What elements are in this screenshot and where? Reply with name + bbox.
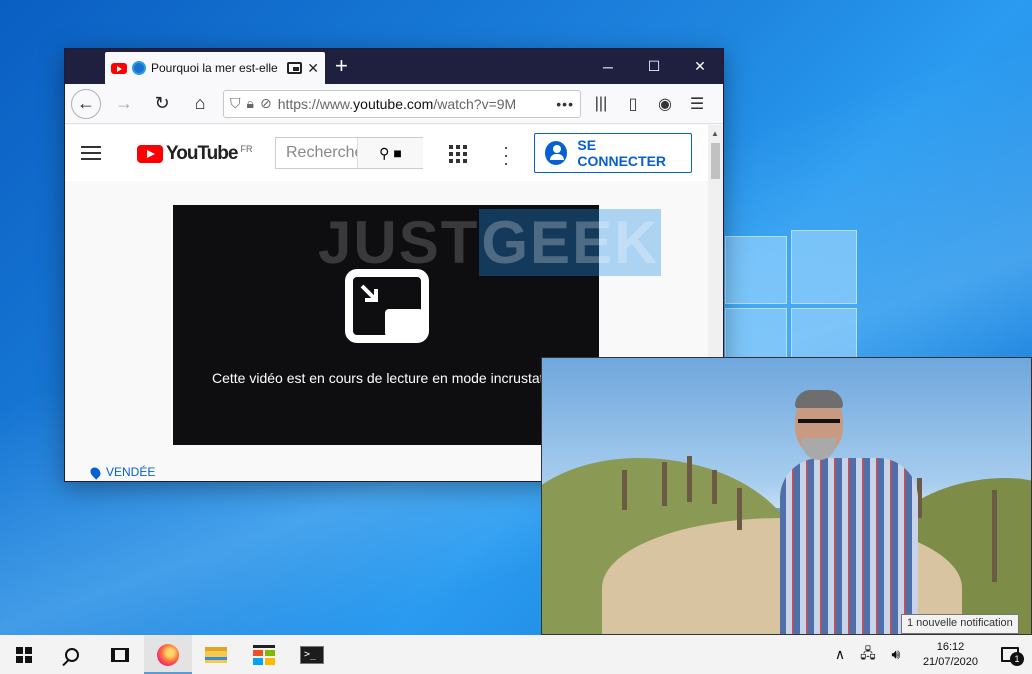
action-center-button[interactable]: 1 — [996, 635, 1024, 674]
taskbar-file-explorer[interactable] — [192, 635, 240, 674]
youtube-header: YouTube FR Recherche ⚲ ■ · · · SE CONNECTE… — [65, 125, 710, 181]
taskbar: >_ ∧ 🖧︎ 🔊︎ 16:12 21/07/2020 1 — [0, 635, 1032, 674]
reload-icon[interactable]: ↻ — [147, 89, 177, 119]
folder-icon — [205, 646, 227, 663]
navigation-toolbar: ← → ↻ ⌂ ⛉ 🔒︎ ⊘ https://www.youtube.com/w… — [65, 84, 723, 124]
notification-badge: 1 — [1010, 652, 1024, 666]
pip-status-message: Cette vidéo est en cours de lecture en m… — [212, 370, 567, 386]
menu-icon[interactable]: ☰ — [685, 92, 709, 116]
browser-tab-active[interactable]: Pourquoi la mer est-elle ✕ — [105, 52, 325, 84]
taskbar-terminal[interactable]: >_ — [288, 635, 336, 674]
youtube-play-icon — [137, 145, 163, 163]
pip-arrow-icon — [360, 284, 378, 302]
back-arrow-icon[interactable]: ← — [71, 88, 101, 119]
new-tab-button[interactable]: + — [335, 53, 348, 79]
page-actions-icon[interactable]: ••• — [556, 96, 574, 112]
search-button[interactable] — [48, 635, 96, 674]
video-location[interactable]: VENDÉE — [88, 464, 155, 480]
maximize-button[interactable]: ☐ — [631, 49, 677, 84]
wave-favicon-icon — [132, 61, 146, 75]
autoplay-blocked-icon[interactable]: ⊘ — [260, 95, 272, 112]
store-icon — [253, 644, 275, 665]
justgeek-watermark: JUSTGEEK — [318, 209, 662, 276]
system-tray: ∧ 🖧︎ 🔊︎ 16:12 21/07/2020 1 — [831, 635, 1032, 674]
user-avatar-icon — [545, 141, 568, 165]
home-icon[interactable]: ⌂ — [185, 89, 215, 119]
shield-icon[interactable]: ⛉ — [230, 95, 241, 112]
close-window-button[interactable]: ✕ — [677, 49, 723, 84]
taskbar-store[interactable] — [240, 635, 288, 674]
windows-start-icon — [16, 646, 32, 663]
search-icon: ⚲ — [379, 144, 390, 161]
url-bar[interactable]: ⛉ 🔒︎ ⊘ https://www.youtube.com/watch?v=9… — [223, 89, 581, 118]
notification-tooltip: 1 nouvelle notification — [901, 614, 1019, 634]
apps-grid-icon[interactable] — [449, 145, 467, 163]
presenter — [780, 458, 918, 634]
network-icon[interactable]: 🖧︎ — [859, 645, 877, 664]
youtube-logo[interactable]: YouTube FR — [137, 143, 252, 165]
create-video-icon: ■ — [393, 145, 402, 161]
task-view-button[interactable] — [96, 635, 144, 674]
scroll-up-icon[interactable]: ▲ — [711, 129, 719, 138]
tab-close-icon[interactable]: ✕ — [307, 60, 319, 77]
clock-date: 21/07/2020 — [922, 655, 978, 668]
sidebar-icon[interactable]: ▯ — [621, 92, 645, 116]
task-view-icon — [111, 647, 129, 662]
account-icon[interactable]: ◉ — [653, 92, 677, 116]
more-options-icon[interactable]: · · · — [503, 138, 509, 172]
url-text[interactable]: https://www.youtube.com/watch?v=9M — [278, 96, 551, 112]
forward-arrow-icon[interactable]: → — [109, 89, 139, 119]
lock-icon[interactable]: 🔒︎ — [247, 95, 254, 112]
search-icon — [65, 647, 79, 662]
picture-in-picture-icon — [345, 269, 429, 343]
tab-title: Pourquoi la mer est-elle — [151, 61, 278, 75]
sign-in-button[interactable]: SE CONNECTER — [534, 133, 692, 173]
minimize-button[interactable]: ─ — [585, 49, 631, 84]
location-pin-icon — [88, 464, 103, 480]
pip-video-window[interactable] — [541, 357, 1032, 635]
terminal-icon: >_ — [300, 645, 324, 664]
scroll-thumb[interactable] — [711, 143, 720, 179]
firefox-icon — [157, 643, 179, 666]
show-hidden-icons-icon[interactable]: ∧ — [831, 646, 849, 664]
picture-in-picture-tab-icon[interactable] — [287, 62, 303, 74]
start-button[interactable] — [0, 635, 48, 674]
search-button[interactable]: ⚲ ■ — [357, 138, 423, 168]
library-icon[interactable]: ||| — [589, 92, 613, 116]
volume-icon[interactable]: 🔊︎ — [887, 646, 905, 664]
guide-menu-icon[interactable] — [81, 146, 101, 160]
windows-logo-wallpaper — [705, 198, 865, 378]
taskbar-firefox[interactable] — [144, 635, 192, 674]
title-bar: Pourquoi la mer est-elle ✕ + ─ ☐ ✕ — [65, 49, 723, 84]
clock-time: 16:12 — [936, 640, 965, 653]
youtube-favicon-icon — [111, 62, 127, 74]
clock[interactable]: 16:12 21/07/2020 — [915, 640, 986, 670]
